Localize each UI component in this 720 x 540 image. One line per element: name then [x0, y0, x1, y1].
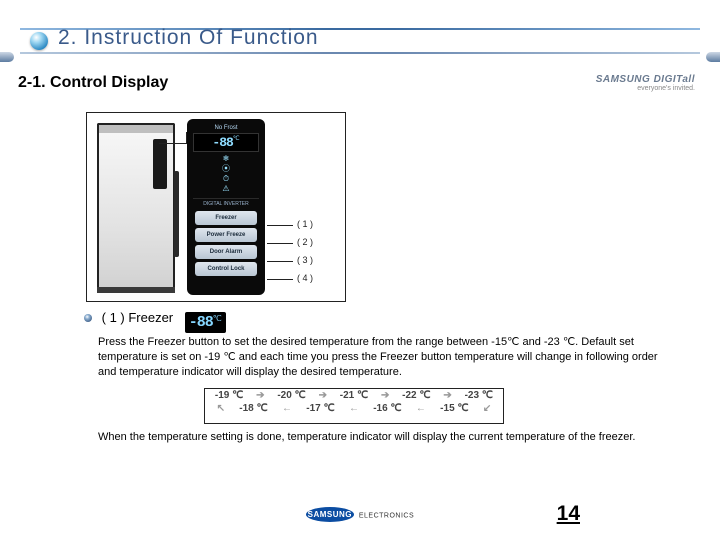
seq-row-top: -19 ℃ ➔ -20 ℃ ➔ -21 ℃ ➔ -22 ℃ ➔ -23 ℃ [205, 389, 503, 402]
item-paragraph: Press the Freezer button to set the desi… [98, 335, 664, 380]
page-number: 14 [557, 502, 580, 526]
panel-button-power-freeze: Power Freeze [195, 228, 257, 242]
arrow-icon: ➔ [443, 390, 451, 401]
fridge-panel [153, 139, 167, 189]
seq-b2: -16 ℃ [373, 403, 401, 414]
panel-temp-display: -88℃ [193, 133, 259, 152]
panel-button-door-alarm: Door Alarm [195, 245, 257, 259]
bullet-icon [84, 314, 92, 322]
marker-1: ( 1 ) [297, 219, 313, 229]
page-title: 2. Instruction Of Function [58, 26, 319, 50]
fridge-icon [97, 131, 175, 289]
seq-b3: -15 ℃ [440, 403, 468, 414]
inline-temp-digits: -88 [189, 314, 213, 331]
brand-logo: SAMSUNG DIGITall everyone's invited. [565, 74, 695, 92]
header-rule-bottom [20, 52, 700, 54]
fridge-handle [174, 171, 179, 257]
arrow-icon: ➔ [256, 390, 264, 401]
panel-button-freezer: Freezer [195, 211, 257, 225]
footer-brand-sub: ELECTRONICS [359, 512, 414, 519]
temperature-sequence: -19 ℃ ➔ -20 ℃ ➔ -21 ℃ ➔ -22 ℃ ➔ -23 ℃ ↖ -18 … [204, 388, 504, 424]
seq-t3: -22 ℃ [402, 390, 430, 401]
seq-b1: -17 ℃ [306, 403, 334, 414]
panel-button-control-lock: Control Lock [195, 262, 257, 276]
figure-control-display: No Frost -88℃ ❄⦿⏱⚠ DIGITAL INVERTER Free… [86, 112, 346, 302]
marker-3: ( 3 ) [297, 255, 313, 265]
seq-t1: -20 ℃ [277, 390, 305, 401]
panel-brand: DIGITAL INVERTER [193, 198, 259, 207]
fridge-base [97, 287, 175, 293]
fridge-leader-line [159, 143, 187, 144]
header-bullet-icon [30, 32, 48, 50]
seq-t4: -23 ℃ [465, 390, 493, 401]
leader-2 [267, 243, 293, 244]
leader-1 [267, 225, 293, 226]
footer-logo: SAMSUNG ELECTRONICS [0, 507, 720, 522]
footer-brand-mark: SAMSUNG [306, 507, 354, 522]
panel-temp-unit: ℃ [233, 136, 240, 142]
control-panel-icon: No Frost -88℃ ❄⦿⏱⚠ DIGITAL INVERTER Free… [187, 119, 265, 295]
panel-top-label: No Frost [193, 125, 259, 131]
subsection-title: 2-1. Control Display [18, 74, 168, 92]
seq-t2: -21 ℃ [340, 390, 368, 401]
body-section: ( 1 ) Freezer -88℃ Press the Freezer but… [84, 310, 664, 445]
inline-temp-display: -88℃ [185, 312, 226, 333]
fridge-top [97, 123, 175, 133]
panel-status-icons: ❄⦿⏱⚠ [193, 154, 259, 194]
marker-4: ( 4 ) [297, 273, 313, 283]
leader-4 [267, 279, 293, 280]
header-bar: 2. Instruction Of Function [0, 28, 720, 58]
arrow-left-icon: ← [349, 403, 359, 414]
arrow-up-icon: ↖ [217, 403, 225, 414]
item-heading: ( 1 ) Freezer -88℃ [84, 310, 664, 333]
arrow-left-icon: ← [416, 403, 426, 414]
arrow-down-icon: ↙ [483, 403, 491, 414]
brand-line2: everyone's invited. [565, 85, 695, 92]
seq-b0: -18 ℃ [239, 403, 267, 414]
inline-temp-unit: ℃ [213, 314, 222, 323]
leader-3 [267, 261, 293, 262]
arrow-left-icon: ← [282, 403, 292, 414]
arrow-icon: ➔ [319, 390, 327, 401]
brand-line1: SAMSUNG DIGITall [565, 74, 695, 85]
slide: 2. Instruction Of Function 2-1. Control … [0, 0, 720, 540]
arrow-icon: ➔ [381, 390, 389, 401]
panel-temp-digits: -88 [212, 135, 232, 150]
marker-2: ( 2 ) [297, 237, 313, 247]
seq-row-bottom: ↖ -18 ℃ ← -17 ℃ ← -16 ℃ ← -15 ℃ ↙ [205, 402, 503, 415]
item-note: When the temperature setting is done, te… [98, 430, 664, 445]
item-label: ( 1 ) Freezer [102, 310, 174, 325]
seq-t0: -19 ℃ [215, 390, 243, 401]
